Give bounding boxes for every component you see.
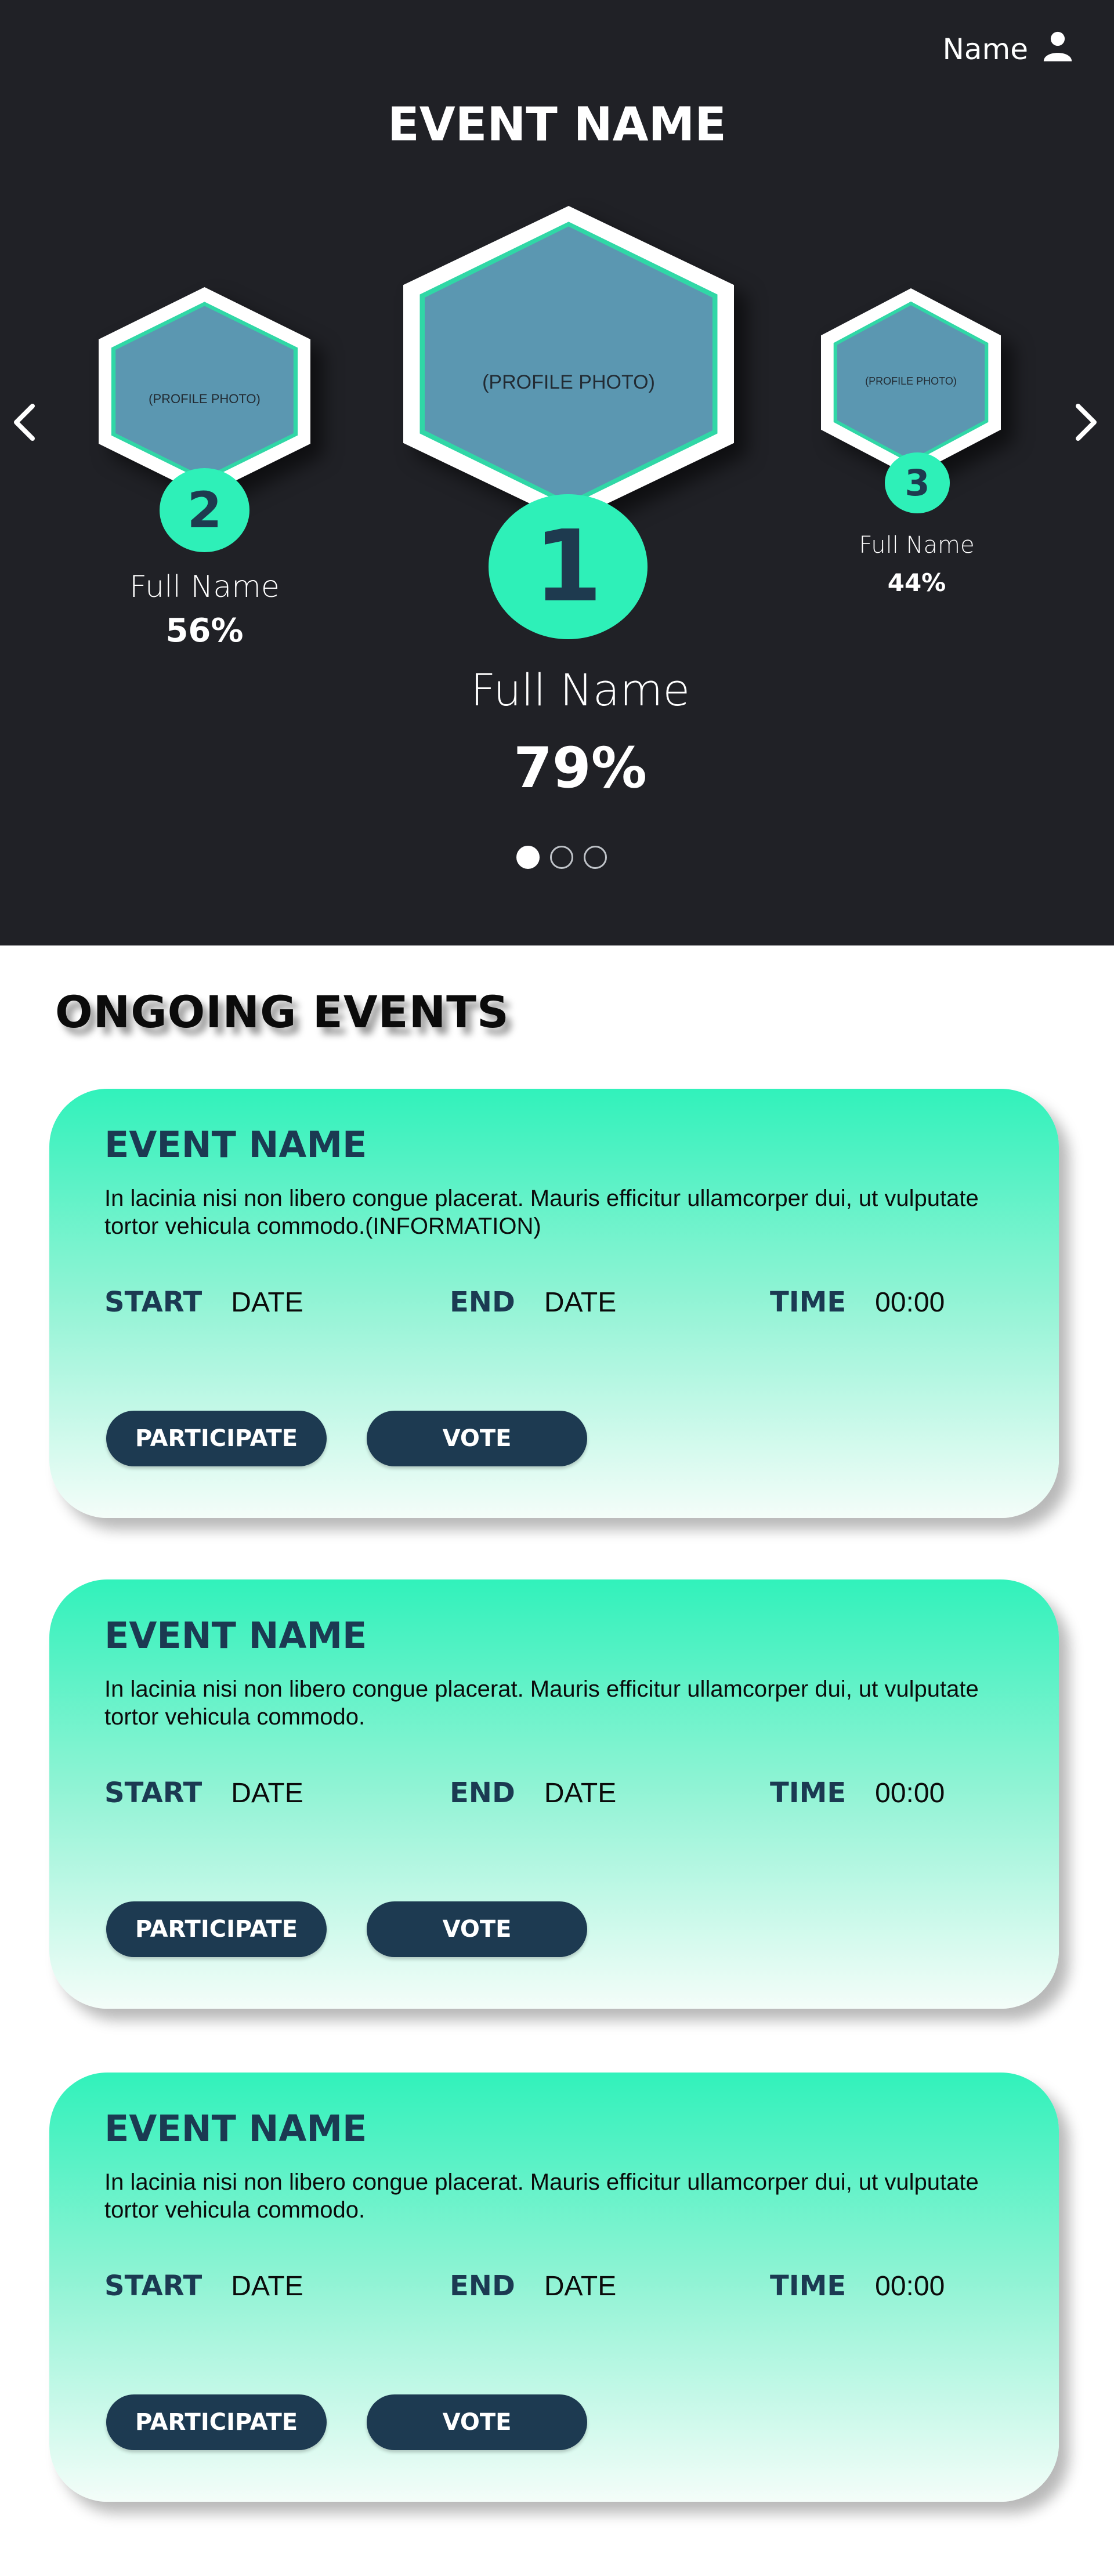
event-description: In lacinia nisi non libero congue placer… xyxy=(104,1676,979,1730)
end-label: END xyxy=(450,2270,515,2302)
participate-button[interactable]: PARTICIPATE xyxy=(106,2394,327,2450)
vote-button[interactable]: VOTE xyxy=(367,1411,587,1466)
vote-button[interactable]: VOTE xyxy=(367,2394,587,2450)
podium-third-score: 44% xyxy=(887,568,946,597)
event-description: In lacinia nisi non libero congue placer… xyxy=(104,2169,979,2223)
carousel-dot-2[interactable] xyxy=(550,846,573,869)
event-card: EVENT NAME In lacinia nisi non libero co… xyxy=(49,2073,1059,2502)
start-value: DATE xyxy=(231,1287,303,1318)
start-label: START xyxy=(104,2270,202,2302)
event-time: TIME 00:00 xyxy=(770,1286,945,1318)
podium-first-score: 79% xyxy=(513,736,647,800)
participate-button[interactable]: PARTICIPATE xyxy=(106,1411,327,1466)
podium-second[interactable]: (PROFILE PHOTO) 2 xyxy=(99,287,310,552)
user-name: Name xyxy=(942,32,1028,66)
event-description: In lacinia nisi non libero congue placer… xyxy=(104,1186,979,1239)
chevron-left-icon[interactable] xyxy=(7,399,42,445)
end-value: DATE xyxy=(544,1287,617,1318)
podium-second-name: Full Name xyxy=(129,570,280,604)
vote-button[interactable]: VOTE xyxy=(367,1901,587,1957)
time-value: 00:00 xyxy=(875,1778,945,1809)
end-label: END xyxy=(450,1777,515,1809)
section-title: ONGOING EVENTS xyxy=(55,986,509,1038)
rank-badge: 2 xyxy=(160,468,249,552)
time-label: TIME xyxy=(770,1286,847,1318)
event-name: EVENT NAME xyxy=(104,1124,367,1166)
end-date: END DATE xyxy=(450,1286,616,1318)
user-menu[interactable]: Name xyxy=(942,29,1075,70)
podium-third-name: Full Name xyxy=(859,532,975,559)
end-date: END DATE xyxy=(450,2270,616,2302)
podium-second-score: 56% xyxy=(165,612,244,650)
podium-first-name: Full Name xyxy=(470,664,690,716)
carousel-dot-3[interactable] xyxy=(584,846,607,869)
time-label: TIME xyxy=(770,2270,847,2302)
start-value: DATE xyxy=(231,2271,303,2302)
rank-badge: 1 xyxy=(489,494,648,639)
carousel-dots xyxy=(516,846,607,869)
profile-photo: (PROFILE PHOTO) xyxy=(482,371,655,393)
start-date: START DATE xyxy=(104,1777,303,1809)
chevron-right-icon[interactable] xyxy=(1069,399,1104,445)
time-label: TIME xyxy=(770,1777,847,1809)
event-title: EVENT NAME xyxy=(388,97,726,151)
event-name: EVENT NAME xyxy=(104,2107,367,2150)
event-name: EVENT NAME xyxy=(104,1614,367,1657)
profile-photo: (PROFILE PHOTO) xyxy=(865,375,957,387)
time-value: 00:00 xyxy=(875,2271,945,2302)
podium-first[interactable]: (PROFILE PHOTO) 1 xyxy=(403,206,734,641)
end-label: END xyxy=(450,1286,515,1318)
time-value: 00:00 xyxy=(875,1287,945,1318)
end-value: DATE xyxy=(544,2271,617,2302)
person-icon xyxy=(1041,29,1075,70)
rank-badge: 3 xyxy=(885,452,950,513)
event-time: TIME 00:00 xyxy=(770,1777,945,1809)
event-card: EVENT NAME In lacinia nisi non libero co… xyxy=(49,1579,1059,2009)
start-date: START DATE xyxy=(104,1286,303,1318)
carousel-dot-1[interactable] xyxy=(516,846,540,869)
podium-third[interactable]: (PROFILE PHOTO) 3 xyxy=(821,288,1001,520)
event-card: EVENT NAME In lacinia nisi non libero co… xyxy=(49,1089,1059,1518)
start-date: START DATE xyxy=(104,2270,303,2302)
participate-button[interactable]: PARTICIPATE xyxy=(106,1901,327,1957)
event-time: TIME 00:00 xyxy=(770,2270,945,2302)
start-label: START xyxy=(104,1286,202,1318)
end-value: DATE xyxy=(544,1778,617,1809)
start-value: DATE xyxy=(231,1778,303,1809)
profile-photo: (PROFILE PHOTO) xyxy=(149,392,261,406)
end-date: END DATE xyxy=(450,1777,616,1809)
hero-section: Name EVENT NAME (PROFILE PHOTO) 2 Full N… xyxy=(0,0,1114,945)
start-label: START xyxy=(104,1777,202,1809)
